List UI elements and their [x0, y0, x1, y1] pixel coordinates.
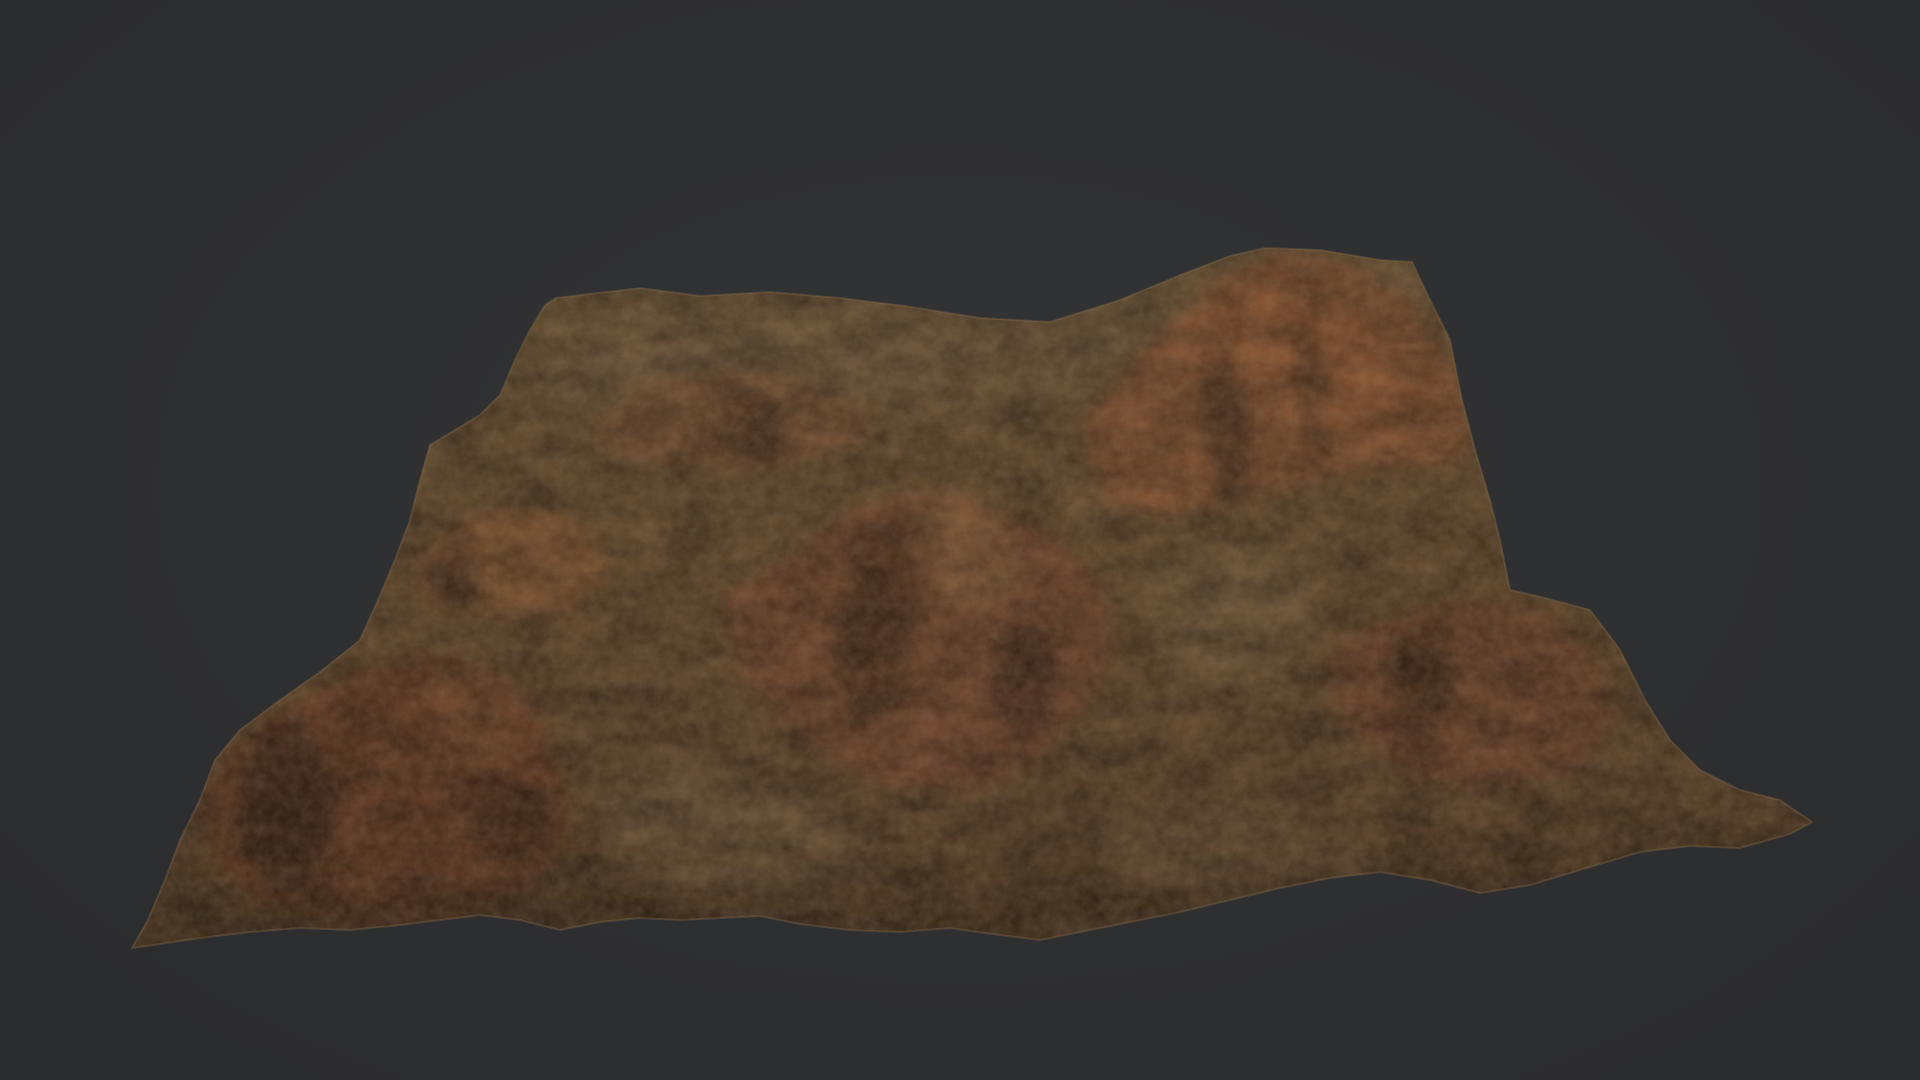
terrain-render	[131, 247, 1813, 949]
terrain-mesh	[131, 247, 1813, 949]
3d-viewport[interactable]	[0, 0, 1920, 1080]
